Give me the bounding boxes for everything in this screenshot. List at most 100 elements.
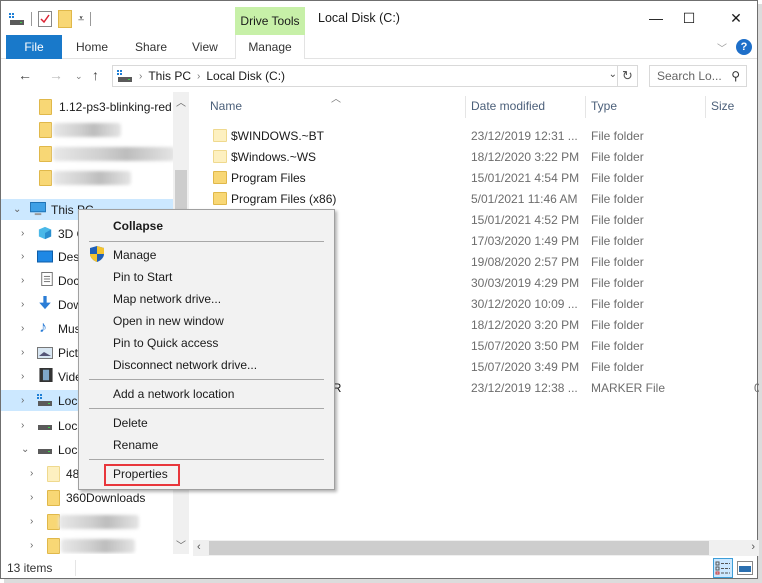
new-folder-icon[interactable] xyxy=(58,10,72,28)
recent-locations-chevron-icon[interactable]: ⌄ xyxy=(75,71,83,82)
tab-manage[interactable]: Manage xyxy=(235,35,305,59)
search-icon[interactable]: ⚲ xyxy=(731,69,740,83)
back-arrow-icon[interactable]: ← xyxy=(18,67,32,83)
file-type: File folder xyxy=(591,150,644,164)
chevron-down-icon[interactable]: ⌄ xyxy=(21,444,29,455)
tree-item[interactable] xyxy=(1,143,175,164)
videos-icon xyxy=(39,368,53,382)
chevron-right-icon[interactable]: › xyxy=(21,228,24,239)
chevron-right-icon[interactable]: › xyxy=(21,347,24,358)
file-date-modified: 15/07/2020 3:49 PM xyxy=(471,360,580,374)
file-row[interactable]: Program Files 15/01/2021 4:54 PM File fold… xyxy=(193,167,759,188)
chevron-right-icon[interactable]: › xyxy=(21,275,24,286)
file-type: File folder xyxy=(591,234,644,248)
chevron-down-icon[interactable]: ⌄ xyxy=(13,204,21,215)
menu-item-rename[interactable]: Rename xyxy=(113,438,158,452)
column-header-date[interactable]: Date modified xyxy=(471,99,545,113)
expand-ribbon-chevron-icon[interactable]: ﹀ xyxy=(717,40,727,55)
music-icon: ♪ xyxy=(39,319,47,336)
scrollbar-thumb[interactable] xyxy=(209,541,709,555)
scroll-up-icon[interactable]: ︿ xyxy=(176,94,186,109)
tab-file[interactable]: File xyxy=(6,35,62,59)
folder-icon xyxy=(213,129,227,142)
system-drive-icon xyxy=(37,394,52,406)
file-type: File folder xyxy=(591,129,644,143)
folder-icon xyxy=(47,489,60,506)
tree-item[interactable]: › xyxy=(1,511,173,532)
tree-item[interactable] xyxy=(1,167,173,188)
chevron-right-icon[interactable]: › xyxy=(21,395,24,406)
scroll-left-icon[interactable]: ‹ xyxy=(197,541,201,553)
file-type: MARKER File xyxy=(591,381,666,395)
file-row[interactable]: $Windows.~WS 18/12/2020 3:22 PM File folde… xyxy=(193,146,759,167)
scroll-right-icon[interactable]: › xyxy=(751,541,755,553)
tab-view[interactable]: View xyxy=(192,35,218,59)
breadcrumb-local-disk[interactable]: Local Disk (C:) xyxy=(206,69,285,83)
chevron-right-icon[interactable]: › xyxy=(21,420,24,431)
menu-item-pin-to-quick-access[interactable]: Pin to Quick access xyxy=(113,336,218,350)
menu-item-open-in-new-window[interactable]: Open in new window xyxy=(113,314,224,328)
file-name: $WINDOWS.~BT xyxy=(231,129,325,143)
file-date-modified: 15/07/2020 3:50 PM xyxy=(471,339,580,353)
chevron-right-icon[interactable]: › xyxy=(30,468,33,479)
menu-item-delete[interactable]: Delete xyxy=(113,416,148,430)
file-name: Program Files xyxy=(231,171,306,185)
help-icon[interactable]: ? xyxy=(736,39,752,55)
tree-item[interactable]: 1.12-ps3-blinking-red xyxy=(1,96,173,117)
column-divider[interactable] xyxy=(585,96,586,118)
search-placeholder: Search Lo... xyxy=(657,69,722,83)
scroll-down-icon[interactable]: ﹀ xyxy=(176,537,186,552)
column-header-type[interactable]: Type xyxy=(591,99,617,113)
tab-share[interactable]: Share xyxy=(135,35,167,59)
file-list-horizontal-scrollbar[interactable]: ‹ › xyxy=(193,540,759,556)
uac-shield-icon xyxy=(90,246,104,262)
pictures-icon xyxy=(37,347,53,359)
column-header-size[interactable]: Size xyxy=(711,99,734,113)
column-header-name[interactable]: Name xyxy=(210,99,242,113)
up-arrow-icon[interactable]: ↑ xyxy=(92,67,99,83)
chevron-right-icon[interactable]: › xyxy=(30,540,33,551)
drive-icon[interactable] xyxy=(9,12,25,26)
file-type: File folder xyxy=(591,276,644,290)
item-count: 13 items xyxy=(7,561,53,575)
breadcrumb-chevron-icon[interactable]: › xyxy=(197,71,200,82)
file-row[interactable]: Program Files (x86) 5/01/2021 11:46 AM Fil… xyxy=(193,188,759,209)
status-bar: 13 items xyxy=(1,556,757,580)
menu-item-collapse[interactable]: Collapse xyxy=(113,219,163,233)
breadcrumb-chevron-icon[interactable]: › xyxy=(139,71,142,82)
file-row[interactable]: $WINDOWS.~BT 23/12/2019 12:31 ... File fol… xyxy=(193,125,759,146)
customize-toolbar-dropdown[interactable]: ⩡ xyxy=(78,13,84,26)
address-bar[interactable]: › This PC › Local Disk (C:) ⌄ ↻ xyxy=(112,65,638,87)
tree-item-360downloads[interactable]: › 360Downloads xyxy=(1,487,173,508)
chevron-right-icon[interactable]: › xyxy=(30,516,33,527)
chevron-right-icon[interactable]: › xyxy=(30,492,33,503)
tab-home[interactable]: Home xyxy=(76,35,108,59)
address-dropdown-icon[interactable]: ⌄ xyxy=(609,69,617,80)
large-icons-view-button[interactable] xyxy=(735,558,755,578)
file-type: File folder xyxy=(591,171,644,185)
chevron-right-icon[interactable]: › xyxy=(21,371,24,382)
search-input[interactable]: Search Lo... ⚲ xyxy=(649,65,747,87)
tree-item[interactable] xyxy=(1,119,173,140)
minimize-button[interactable]: — xyxy=(641,7,671,29)
refresh-icon[interactable]: ↻ xyxy=(617,66,637,86)
column-divider[interactable] xyxy=(465,96,466,118)
chevron-right-icon[interactable]: › xyxy=(21,251,24,262)
column-divider[interactable] xyxy=(705,96,706,118)
menu-item-map-network-drive[interactable]: Map network drive... xyxy=(113,292,221,306)
maximize-button[interactable]: ☐ xyxy=(674,7,704,29)
tree-item[interactable]: › xyxy=(1,535,173,554)
breadcrumb-this-pc[interactable]: This PC xyxy=(148,69,191,83)
chevron-right-icon[interactable]: › xyxy=(21,299,24,310)
file-type: File folder xyxy=(591,192,644,206)
details-view-button[interactable] xyxy=(713,558,733,578)
close-button[interactable]: ✕ xyxy=(721,7,751,29)
menu-item-add-network-location[interactable]: Add a network location xyxy=(113,387,234,401)
menu-item-manage[interactable]: Manage xyxy=(113,248,156,262)
folder-icon xyxy=(47,537,60,554)
menu-item-disconnect-network-drive[interactable]: Disconnect network drive... xyxy=(113,358,257,372)
properties-checkmark-icon[interactable] xyxy=(38,11,52,27)
menu-item-pin-to-start[interactable]: Pin to Start xyxy=(113,270,172,284)
forward-arrow-icon[interactable]: → xyxy=(49,67,63,83)
chevron-right-icon[interactable]: › xyxy=(21,323,24,334)
